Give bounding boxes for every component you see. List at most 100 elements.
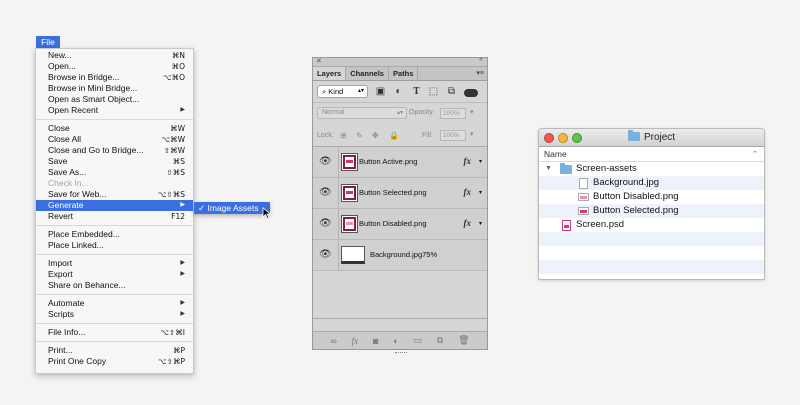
column-divider — [338, 147, 339, 177]
menu-item-browse-mini-bridge[interactable]: Browse in Mini Bridge... — [36, 83, 193, 94]
submenu-item-image-assets[interactable]: ✓ Image Assets — [194, 202, 270, 214]
submenu-arrow-icon: ▶ — [180, 300, 185, 306]
lock-brush-icon[interactable]: ✎ — [356, 131, 363, 140]
eye-icon[interactable]: 👁 — [319, 187, 332, 200]
blend-row: Normal ▴▾ Opacity: 100% ▾ — [313, 103, 487, 125]
mouse-cursor-icon — [262, 207, 272, 219]
fx-icon[interactable]: fx — [352, 336, 359, 346]
submenu-arrow-icon: ▶ — [180, 260, 185, 266]
list-item[interactable]: ▼ Screen-assets — [539, 162, 764, 176]
link-layers-icon[interactable]: ∞ — [330, 336, 336, 346]
eye-icon[interactable]: 👁 — [319, 249, 332, 262]
pixel-filter-icon[interactable]: ▣ — [375, 86, 386, 97]
panel-footer: ∞ fx ◙ ◐ ▭ ⧉ 🗑 — [313, 331, 487, 349]
menu-item-close-go-bridge[interactable]: Close and Go to Bridge... ⇧⌘W — [36, 145, 193, 156]
filter-row: ⌕ Kind ▴▾ ▣ ◐ T ⬚ ⧉ — [313, 81, 487, 103]
blend-mode-select[interactable]: Normal ▴▾ — [317, 107, 407, 119]
filter-toggle-icon[interactable] — [464, 89, 478, 97]
resize-grip[interactable] — [395, 349, 407, 353]
menu-item-place-linked[interactable]: Place Linked... — [36, 240, 193, 251]
menu-item-browse-in-bridge[interactable]: Browse in Bridge... ⌥⌘O — [36, 72, 193, 83]
opacity-input[interactable]: 100% — [440, 108, 466, 119]
menu-item-import[interactable]: Import ▶ — [36, 258, 193, 269]
menu-item-open-recent[interactable]: Open Recent ▶ — [36, 105, 193, 116]
disclosure-triangle-icon[interactable]: ▼ — [545, 162, 552, 176]
menu-item-place-embedded[interactable]: Place Embedded... — [36, 229, 193, 240]
close-icon[interactable]: ✕ — [316, 57, 322, 65]
menu-item-export[interactable]: Export ▶ — [36, 269, 193, 280]
menu-item-save-as[interactable]: Save As... ⇧⌘S — [36, 167, 193, 178]
new-group-icon[interactable]: ▭ — [414, 335, 423, 346]
name-column-header[interactable]: Name ⌃ — [539, 147, 764, 162]
chevron-down-icon[interactable]: ▾ — [479, 189, 482, 196]
layer-row[interactable]: 👁 Button Selected.png fx ▾ — [313, 178, 487, 209]
layer-name: Button Active.png — [359, 157, 418, 166]
lock-all-icon[interactable]: 🔒 — [389, 131, 399, 140]
chevron-down-icon: ▴▾ — [357, 88, 364, 94]
tab-paths[interactable]: Paths — [389, 67, 419, 80]
panel-menu-icon[interactable]: ▾≡ — [476, 69, 484, 77]
collapse-icon[interactable]: « — [479, 56, 483, 63]
type-filter-icon[interactable]: T — [411, 86, 422, 97]
lock-transparent-icon[interactable]: ⊞ — [340, 131, 347, 140]
menu-item-automate[interactable]: Automate ▶ — [36, 298, 193, 309]
window-title-bar: Project — [539, 129, 764, 147]
menu-item-open[interactable]: Open... ⌘O — [36, 61, 193, 72]
layer-row[interactable]: 👁 Button Disabled.png fx ▾ — [313, 209, 487, 240]
submenu-arrow-icon: ▶ — [180, 202, 185, 208]
adjustment-layer-icon[interactable]: ◐ — [393, 336, 398, 346]
layer-thumbnail — [341, 153, 358, 171]
sort-arrow-icon: ⌃ — [752, 151, 758, 158]
menu-item-revert[interactable]: Revert F12 — [36, 211, 193, 222]
fx-icon[interactable]: fx — [464, 187, 472, 197]
file-menu-title[interactable]: File — [36, 36, 60, 48]
lock-position-icon[interactable]: ✥ — [372, 131, 379, 140]
chevron-down-icon[interactable]: ▾ — [470, 108, 474, 116]
menu-item-file-info[interactable]: File Info... ⌥⇧⌘I — [36, 327, 193, 338]
menu-item-save[interactable]: Save ⌘S — [36, 156, 193, 167]
menu-item-save-for-web[interactable]: Save for Web... ⌥⇧⌘S — [36, 189, 193, 200]
kind-filter-select[interactable]: ⌕ Kind ▴▾ — [317, 85, 368, 98]
menu-item-generate[interactable]: Generate ▶ — [36, 200, 193, 211]
fx-icon[interactable]: fx — [464, 156, 472, 166]
adjustment-filter-icon[interactable]: ◐ — [393, 86, 404, 97]
layers-panel: ✕ « Layers Channels Paths ▾≡ ⌕ Kind ▴▾ ▣… — [312, 56, 488, 353]
menu-item-print[interactable]: Print... ⌘P — [36, 345, 193, 356]
chevron-down-icon[interactable]: ▾ — [479, 220, 482, 227]
layer-mask-icon[interactable]: ◙ — [373, 336, 378, 346]
list-item[interactable]: Background.jpg — [539, 176, 764, 190]
menu-item-new[interactable]: New... ⌘N — [36, 50, 193, 61]
layer-row[interactable]: 👁 Background.jpg75% — [313, 240, 487, 271]
menu-separator — [36, 341, 193, 342]
empty-row — [539, 246, 764, 260]
tab-channels[interactable]: Channels — [346, 67, 389, 80]
smart-object-filter-icon[interactable]: ⧉ — [446, 86, 457, 97]
menu-item-open-smart-object[interactable]: Open as Smart Object... — [36, 94, 193, 105]
menu-item-close-all[interactable]: Close All ⌥⌘W — [36, 134, 193, 145]
list-item[interactable]: Button Selected.png — [539, 204, 764, 218]
shape-filter-icon[interactable]: ⬚ — [428, 86, 439, 97]
submenu-arrow-icon: ▶ — [180, 311, 185, 317]
chevron-down-icon[interactable]: ▾ — [479, 158, 482, 165]
menu-separator — [36, 225, 193, 226]
panel-title-bar: ✕ « — [313, 56, 487, 67]
fx-icon[interactable]: fx — [464, 218, 472, 228]
trash-icon[interactable]: 🗑 — [458, 335, 469, 346]
tab-layers[interactable]: Layers — [313, 67, 347, 80]
new-layer-icon[interactable]: ⧉ — [437, 335, 443, 346]
menu-item-close[interactable]: Close ⌘W — [36, 123, 193, 134]
column-divider — [338, 240, 339, 270]
layer-row[interactable]: 👁 Button Active.png fx ▾ — [313, 147, 487, 178]
menu-item-share-behance[interactable]: Share on Behance... — [36, 280, 193, 291]
layers-list: 👁 Button Active.png fx ▾ 👁 Button Select… — [313, 147, 487, 319]
fill-input[interactable]: 100% — [440, 130, 466, 141]
list-item[interactable]: Screen.psd — [539, 218, 764, 232]
menu-separator — [36, 294, 193, 295]
chevron-down-icon[interactable]: ▾ — [470, 130, 474, 138]
chevron-down-icon: ▴▾ — [396, 110, 403, 116]
eye-icon[interactable]: 👁 — [319, 156, 332, 169]
menu-item-scripts[interactable]: Scripts ▶ — [36, 309, 193, 320]
list-item[interactable]: Button Disabled.png — [539, 190, 764, 204]
eye-icon[interactable]: 👁 — [319, 218, 332, 231]
menu-item-print-one-copy[interactable]: Print One Copy ⌥⇧⌘P — [36, 356, 193, 367]
